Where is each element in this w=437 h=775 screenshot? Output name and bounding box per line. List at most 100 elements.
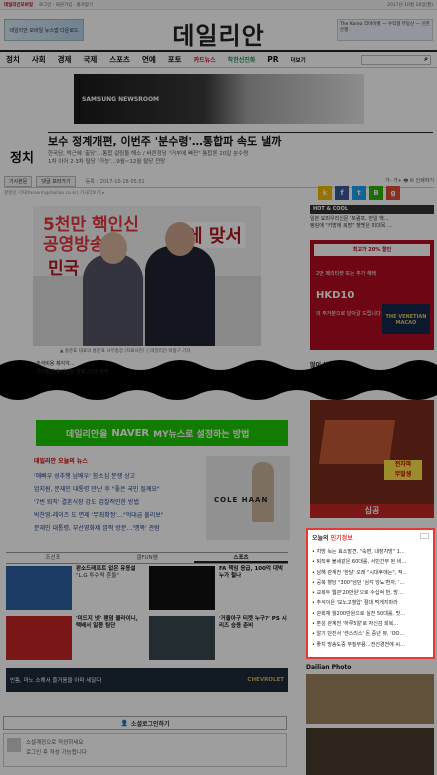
naver-banner-text: 데일리안을 bbox=[66, 429, 108, 440]
top-utility-bar: 데일리안모바일 로그인 · 회원가입 · 즐겨찾기 2017년 10월 16일(… bbox=[0, 0, 437, 10]
person-left bbox=[83, 232, 143, 346]
news-thumbnail bbox=[6, 566, 72, 610]
popular-item[interactable]: • 교복두 웹관'20만원'으로 수십억 번, 방… bbox=[312, 588, 429, 598]
news-card[interactable]: '미드지 넷' 팬덤 블라이니, 택배서 일몽 팀단 bbox=[6, 616, 145, 660]
tab-comments[interactable]: 댓글 보러가기 bbox=[36, 176, 76, 187]
dailian-photo-title: Dailian Photo bbox=[306, 664, 352, 671]
hot-item[interactable]: 랭킹에 "키방에 북방" 헬멧은 피대목 … bbox=[310, 223, 392, 230]
ad-line-b: HKD10 bbox=[316, 290, 355, 301]
section-title: 정치 bbox=[10, 151, 34, 166]
hot-cool-list: 일본 요미우리신문 '트럼프, 한일 핵… 랭킹에 "키방에 북방" 헬멧은 피… bbox=[310, 216, 392, 230]
share-buttons: k f t B g bbox=[318, 186, 400, 200]
nav-economy[interactable]: 경제 bbox=[58, 54, 72, 65]
related-news-list: '애빠우 성추행 남배우' 함소심 분쟁 상고 엄지원, 문재인 대통령 만난 … bbox=[34, 470, 164, 535]
photo-caption: ▲ 홍준표 대표와 홍문표 사무총장 (자료사진) ⓒ데일리안 박항구 기자 bbox=[60, 349, 191, 354]
google-share-icon[interactable]: g bbox=[386, 186, 400, 200]
popular-item[interactable]: • 추석이은 '모노고혈압' 절대 먹게지마라 bbox=[312, 598, 429, 608]
news-body: "L.G 투수력 흔들" bbox=[76, 573, 119, 579]
hot-cool-header: HOT & COOL bbox=[310, 205, 434, 214]
top-display-ad[interactable]: SAMSUNG NEWSROOM bbox=[74, 74, 364, 124]
article-subhead: 한국당, 박근혜 '출당'…통합 걸림돌 해소 / 바른정당 "거부에 빠진" … bbox=[48, 151, 249, 165]
tab-item[interactable]: 갤FUN쌤 bbox=[100, 553, 194, 563]
social-login-button[interactable]: 👤 소셜로그인하기 bbox=[3, 716, 287, 730]
bullet-item[interactable]: 추석비용 제각각… bbox=[36, 360, 109, 368]
cole-haan-ad[interactable]: COLE HAAN bbox=[206, 456, 290, 540]
product-ad[interactable]: 전자파 무발생 십공 bbox=[310, 400, 434, 518]
sign-text-4: 민국 bbox=[48, 259, 80, 279]
sign-text-2: 공영방송 bbox=[43, 235, 106, 255]
comment-hint-2: 로그인 후 작성 가능합니다 bbox=[26, 750, 87, 756]
news-title: '거울아구 티켓 누구?' PS 시리즈 승용 준비 bbox=[219, 616, 287, 629]
article-headline: 보수 정계개편, 이번주 '분수령'…통합파 속도 낼까 bbox=[48, 135, 282, 148]
news-card[interactable]: FA 책임 응급, 100억 대박 누가 될나 bbox=[149, 566, 288, 610]
nav-goodadvance[interactable]: 착한선진화 bbox=[228, 55, 256, 64]
popular-item[interactable]: • 공복 혈당 "300"넘던 '심각 당뇨'환자, '… bbox=[312, 578, 429, 588]
tab-item-active[interactable]: 스포츠 bbox=[194, 553, 288, 563]
popular-item[interactable]: • 알기 단진서 '센스리스' 돈 중년 뷰, 'OO… bbox=[312, 629, 429, 639]
facebook-share-icon[interactable]: f bbox=[335, 186, 349, 200]
ad-tag: 최고가 20% 할인 bbox=[314, 244, 430, 256]
search-icon[interactable]: ⌕ bbox=[424, 55, 428, 64]
nav-pr[interactable]: PR bbox=[267, 55, 278, 64]
nav-world[interactable]: 국제 bbox=[83, 54, 97, 65]
hot-item[interactable]: 일본 요미우리신문 '트럼프, 한일 핵… bbox=[310, 216, 392, 223]
font-print-tools[interactable]: 가- 가+ 🖶 ✉ 인쇄하기 bbox=[385, 177, 434, 186]
ad-venetian-logo: THE VENETIAN MACAO bbox=[382, 304, 430, 334]
ad-brand: CHEVROLET bbox=[247, 677, 284, 683]
popular-item[interactable]: • 지방 녹는 효소발견, "숙변, 내장지방" 1… bbox=[312, 547, 429, 557]
tab-article[interactable]: 기사본문 bbox=[4, 176, 33, 187]
popular-item[interactable]: • 남해 관계전 '한달' 오래 "시대후에는", 적… bbox=[312, 568, 429, 578]
main-nav: 정치 사회 경제 국제 스포츠 연예 포토 카드뉴스 착한선진화 PR 더보기 … bbox=[0, 50, 437, 68]
band-share-icon[interactable]: B bbox=[369, 186, 383, 200]
news-thumbnail bbox=[6, 616, 72, 660]
naver-my-news-banner[interactable]: 데일리안을 NAVER MY뉴스로 설정하는 방법 bbox=[36, 420, 288, 446]
nav-entertainment[interactable]: 연예 bbox=[142, 54, 156, 65]
related-news-item[interactable]: '7번 퇴직' 결혼식장 강도 검찰적인한 방법 bbox=[34, 496, 164, 509]
ad-brand-name: COLE HAAN bbox=[214, 496, 269, 504]
comment-box[interactable]: 소셜계정으로 작성하세요 로그인 후 작성 가능합니다 bbox=[3, 733, 287, 767]
social-login-label: 소셜로그인하기 bbox=[130, 720, 170, 728]
tab-item[interactable]: 조선포 bbox=[6, 553, 100, 563]
article-byline[interactable]: 황정민 기자(forsenh@dailian.co.kr) 기사더보기 ▸ bbox=[4, 190, 104, 196]
popular-item[interactable]: • 퇴직후 불세같은 60대롤, 서민간부 된 비… bbox=[312, 557, 429, 567]
mobile-link[interactable]: 데일리안모바일 bbox=[4, 2, 33, 8]
news-tabs: 조선포 갤FUN쌤 스포츠 bbox=[6, 552, 288, 564]
kakao-share-icon[interactable]: k bbox=[318, 186, 332, 200]
nav-society[interactable]: 사회 bbox=[32, 54, 46, 65]
ad-tray-image bbox=[318, 420, 396, 464]
news-title: 판소드래프트 없은 유용설 bbox=[76, 566, 136, 572]
nav-more[interactable]: 더보기 bbox=[291, 56, 306, 64]
news-card[interactable]: '거울아구 티켓 누구?' PS 시리즈 승용 준비 bbox=[149, 616, 288, 660]
popular-item[interactable]: • 관회재 월200만원으로 실전 50대롤, 맛… bbox=[312, 609, 429, 619]
related-news-item[interactable]: 엄지원, 문재인 대통령 만난 후 "좋은 국민 될께요" bbox=[34, 483, 164, 496]
bullet-item[interactable]: 군인할인 후려치는 관행 20대 한정 bbox=[36, 368, 109, 376]
photo-thumbnail[interactable] bbox=[306, 728, 434, 775]
account-links[interactable]: 로그인 · 회원가입 · 즐겨찾기 bbox=[39, 2, 93, 8]
naver-logo: NAVER bbox=[111, 427, 150, 439]
macao-hotel-ad[interactable]: 최고가 20% 할인 2번 페리티켓 또는 추가 혜택 HKD10 의 주거분으… bbox=[310, 240, 434, 350]
ad-model-image bbox=[252, 462, 274, 522]
popular-item[interactable]: • 좋지 방송도중 무질부용…전선경전에 씨… bbox=[312, 640, 429, 650]
article-bullets: 추석비용 제각각… 군인할인 후려치는 관행 20대 한정 bbox=[36, 360, 109, 376]
nav-politics[interactable]: 정치 bbox=[6, 54, 20, 65]
chevrolet-ad[interactable]: 빈틈, 마노 소해서 즐거움을 아파 세달다 CHEVROLET bbox=[6, 668, 288, 692]
news-card[interactable]: 판소드래프트 없은 유용설 "L.G 투수력 흔들" bbox=[6, 566, 145, 610]
nav-cardnews[interactable]: 카드뉴스 bbox=[194, 55, 216, 64]
twitter-share-icon[interactable]: t bbox=[352, 186, 366, 200]
user-icon: 👤 bbox=[120, 719, 128, 727]
left-banner-ad[interactable]: 데일리안 모바일 뉴스앱 다운로드 bbox=[4, 19, 84, 41]
site-header: 데일리안 모바일 뉴스앱 다운로드 데일리안 The Korea 리바이벌 — … bbox=[0, 10, 437, 50]
related-news-item[interactable]: 문재인 대통령, 부산영화제 깜짝 방문…'맹목' 관람 bbox=[34, 522, 164, 535]
related-news-item[interactable]: 박찬영-레이즈 도 면제 '무죄확정'…"억대급 불리보" bbox=[34, 509, 164, 522]
search-box[interactable]: ⌕ bbox=[361, 54, 431, 65]
popular-item[interactable]: • 혼성 관계전 '하루5알'로 자신감 회복… bbox=[312, 619, 429, 629]
nav-sports[interactable]: 스포츠 bbox=[109, 54, 130, 65]
nav-photo[interactable]: 포토 bbox=[168, 54, 182, 65]
ad-text: 빈틈, 마노 소해서 즐거움을 아파 세달다 bbox=[10, 678, 102, 684]
site-logo[interactable]: 데일리안 bbox=[172, 16, 264, 51]
photo-thumbnail[interactable] bbox=[306, 674, 434, 724]
related-news-item[interactable]: '애빠우 성추행 남배우' 함소심 분쟁 상고 bbox=[34, 470, 164, 483]
right-banner-ad[interactable]: The Korea 리바이벌 — 수익형 부동산 — 신한은행 bbox=[337, 19, 433, 41]
close-icon[interactable] bbox=[420, 533, 429, 539]
news-thumbnail bbox=[149, 566, 215, 610]
